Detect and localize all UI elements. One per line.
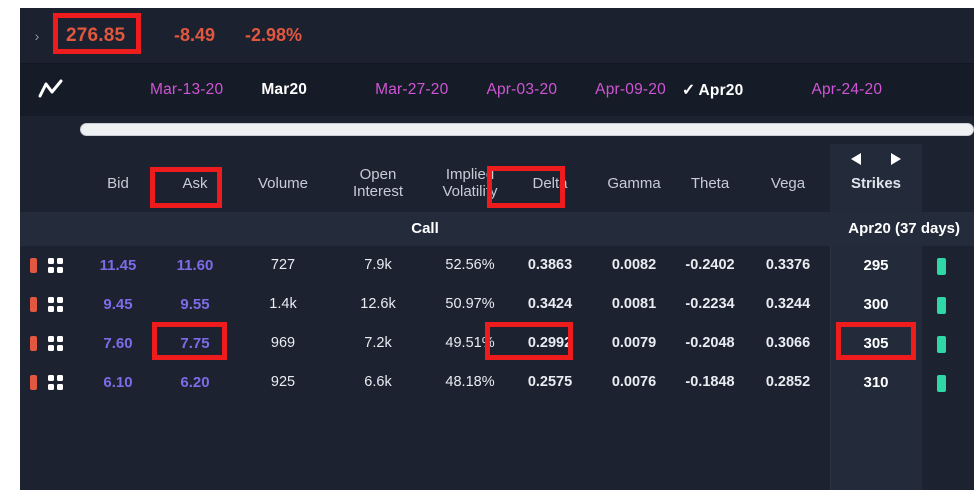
orange-marker-icon[interactable] — [30, 297, 37, 312]
cell-gamma: 0.0076 — [611, 374, 657, 390]
grid-4dot-icon[interactable] — [48, 297, 63, 312]
cell-strike[interactable]: 300 — [830, 296, 922, 313]
option-chain-screenshot: › 276.85 -8.49 -2.98% Mar-13-20 Mar20 Ma… — [0, 0, 974, 504]
section-label-call: Call — [411, 220, 439, 237]
cell-bid[interactable]: 9.45 — [82, 296, 154, 313]
cell-volume: 727 — [270, 257, 296, 273]
section-subheader: Call Apr20 (37 days) — [20, 212, 974, 246]
cell-implied-volatility: 52.56% — [445, 257, 495, 273]
line-chart-icon[interactable] — [20, 79, 82, 101]
column-header-ask[interactable]: Ask — [154, 175, 236, 192]
cell-volume: 1.4k — [269, 296, 297, 312]
tab-apr20[interactable]: ✓ Apr20 — [674, 80, 752, 100]
quote-bar: › 276.85 -8.49 -2.98% — [20, 8, 974, 64]
strikes-column-header: Strikes — [830, 144, 922, 212]
quote-last-price: 276.85 — [66, 24, 126, 46]
strikes-arrows — [830, 152, 922, 166]
cell-volume: 925 — [270, 374, 296, 390]
table-row[interactable]: 6.10 6.20 925 6.6k 48.18% 0.2575 0.0076 … — [20, 363, 974, 402]
orange-marker-icon[interactable] — [30, 258, 37, 273]
tab-apr-03-20[interactable]: Apr-03-20 — [478, 81, 565, 99]
cell-implied-volatility: 49.51% — [445, 335, 495, 351]
column-header-volume[interactable]: Volume — [236, 175, 330, 192]
cell-open-interest: 12.6k — [360, 296, 396, 312]
cell-strike[interactable]: 310 — [830, 374, 922, 391]
orange-marker-icon[interactable] — [30, 375, 37, 390]
cell-theta: -0.2402 — [685, 257, 735, 273]
cell-open-interest: 7.9k — [364, 257, 392, 273]
cell-open-interest: 6.6k — [364, 374, 392, 390]
cell-strike[interactable]: 295 — [830, 257, 922, 274]
expiry-tabs-row: Mar-13-20 Mar20 Mar-27-20 Apr-03-20 Apr-… — [20, 64, 974, 116]
column-header-open-interest-line2: Interest — [352, 183, 404, 200]
triangle-right-icon[interactable] — [889, 152, 902, 166]
grid-4dot-icon[interactable] — [48, 258, 63, 273]
cell-implied-volatility: 50.97% — [445, 296, 495, 312]
cell-delta: 0.2992 — [527, 335, 573, 351]
column-header-delta[interactable]: Delta — [508, 175, 592, 192]
cell-bid[interactable]: 6.10 — [82, 374, 154, 391]
cell-open-interest: 7.2k — [364, 335, 392, 351]
cell-ask[interactable]: 11.60 — [154, 257, 236, 274]
table-row[interactable]: 11.45 11.60 727 7.9k 52.56% 0.3863 0.008… — [20, 246, 974, 285]
column-header-gamma[interactable]: Gamma — [592, 175, 676, 192]
column-header-open-interest-line1: Open — [359, 166, 397, 183]
cell-gamma: 0.0081 — [611, 296, 657, 312]
option-chain-panel: › 276.85 -8.49 -2.98% Mar-13-20 Mar20 Ma… — [20, 8, 974, 490]
cell-ask[interactable]: 6.20 — [154, 374, 236, 391]
column-header-implied-volatility[interactable]: Implied Volatility — [420, 166, 520, 200]
check-icon: ✓ — [681, 82, 696, 99]
cell-bid[interactable]: 7.60 — [82, 335, 154, 352]
strikes-label: Strikes — [850, 175, 902, 192]
cell-implied-volatility: 48.18% — [445, 374, 495, 390]
cell-gamma: 0.0082 — [611, 257, 657, 273]
horizontal-scrollbar-track[interactable] — [20, 116, 974, 144]
cell-vega: 0.3066 — [765, 335, 811, 351]
table-row[interactable]: 7.60 7.75 969 7.2k 49.51% 0.2992 0.0079 … — [20, 324, 974, 363]
triangle-left-icon[interactable] — [850, 152, 863, 166]
cell-volume: 969 — [270, 335, 296, 351]
cell-vega: 0.3244 — [765, 296, 811, 312]
column-header-bid[interactable]: Bid — [82, 175, 154, 192]
column-header-implied-volatility-line1: Implied — [445, 166, 495, 183]
quote-change-percent: -2.98% — [245, 25, 303, 45]
tab-apr-09-20[interactable]: Apr-09-20 — [587, 81, 674, 99]
option-rows: 11.45 11.60 727 7.9k 52.56% 0.3863 0.008… — [20, 246, 974, 490]
column-header-open-interest[interactable]: Open Interest — [330, 166, 426, 200]
cell-delta: 0.3424 — [527, 296, 573, 312]
grid-4dot-icon[interactable] — [48, 375, 63, 390]
cell-theta: -0.1848 — [685, 374, 735, 390]
green-marker-icon[interactable] — [937, 297, 946, 314]
column-header-theta[interactable]: Theta — [670, 175, 750, 192]
cell-bid[interactable]: 11.45 — [82, 257, 154, 274]
tab-mar-13-20[interactable]: Mar-13-20 — [142, 81, 231, 99]
cell-delta: 0.3863 — [527, 257, 573, 273]
cell-delta: 0.2575 — [527, 374, 573, 390]
tab-apr20-label: Apr20 — [698, 82, 744, 99]
green-marker-icon[interactable] — [937, 258, 946, 275]
cell-vega: 0.3376 — [765, 257, 811, 273]
tab-apr-24-20[interactable]: Apr-24-20 — [803, 81, 890, 99]
cell-strike[interactable]: 305 — [830, 335, 922, 352]
tab-mar-27-20[interactable]: Mar-27-20 — [367, 81, 456, 99]
horizontal-scrollbar-thumb[interactable] — [80, 123, 974, 136]
cell-ask[interactable]: 7.75 — [154, 335, 236, 352]
green-marker-icon[interactable] — [937, 336, 946, 353]
green-marker-icon[interactable] — [937, 375, 946, 392]
cell-theta: -0.2234 — [685, 296, 735, 312]
cell-gamma: 0.0079 — [611, 335, 657, 351]
cell-vega: 0.2852 — [765, 374, 811, 390]
quote-change: -8.49 — [174, 25, 216, 45]
column-header-vega[interactable]: Vega — [748, 175, 828, 192]
table-row[interactable]: 9.45 9.55 1.4k 12.6k 50.97% 0.3424 0.008… — [20, 285, 974, 324]
cell-ask[interactable]: 9.55 — [154, 296, 236, 313]
expiry-days-label: Apr20 (37 days) — [848, 220, 960, 237]
tab-mar20[interactable]: Mar20 — [253, 81, 315, 99]
cell-theta: -0.2048 — [685, 335, 735, 351]
column-header-implied-volatility-line2: Volatility — [442, 183, 498, 200]
grid-4dot-icon[interactable] — [48, 336, 63, 351]
orange-marker-icon[interactable] — [30, 336, 37, 351]
expand-chevron-right-icon[interactable]: › — [20, 29, 54, 43]
